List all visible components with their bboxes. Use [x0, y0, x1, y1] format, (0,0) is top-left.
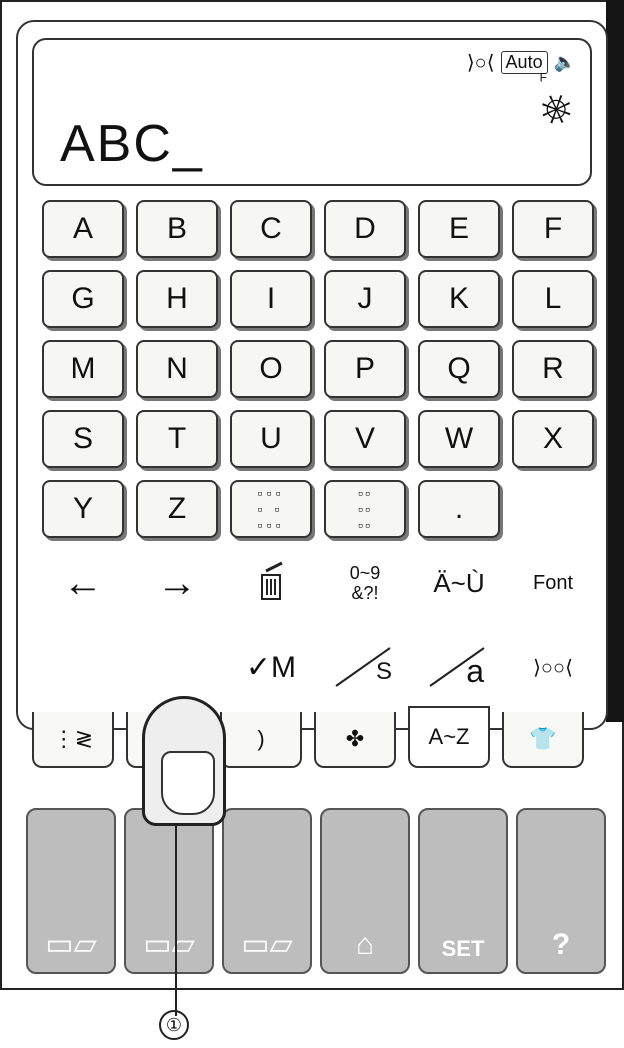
- thread-tension-icon[interactable]: ⟩○○⟨: [512, 638, 594, 696]
- applique-tab[interactable]: ): [220, 712, 302, 768]
- finger-pointer: [142, 696, 226, 826]
- key-d[interactable]: D: [324, 200, 406, 258]
- space-wide-key[interactable]: ▫▫▫ ▫ ▫ ▫▫▫: [230, 480, 312, 538]
- save-icon[interactable]: ⌂: [320, 808, 410, 974]
- thread-tension-icon: ⟩○⟨: [466, 52, 495, 74]
- key-u[interactable]: U: [230, 410, 312, 468]
- key-e[interactable]: E: [418, 200, 500, 258]
- key-v[interactable]: V: [324, 410, 406, 468]
- tab-alphabet[interactable]: A~Z: [408, 706, 490, 768]
- key-k[interactable]: K: [418, 270, 500, 328]
- text-display: ⟩○⟨ Auto 🔈 ⎈ F ABC_: [32, 38, 592, 186]
- numbers-symbols-button[interactable]: 0~9 &?!: [324, 554, 406, 612]
- key-f[interactable]: F: [512, 200, 594, 258]
- key-r[interactable]: R: [512, 340, 594, 398]
- key-x[interactable]: X: [512, 410, 594, 468]
- trash-icon[interactable]: [230, 554, 312, 612]
- status-bar: ⟩○⟨ Auto 🔈: [467, 50, 576, 75]
- key-m[interactable]: M: [42, 340, 124, 398]
- decorative-tab[interactable]: ✤: [314, 712, 396, 768]
- machine-icon[interactable]: ▭▱: [26, 808, 116, 974]
- key-c[interactable]: C: [230, 200, 312, 258]
- key-q[interactable]: Q: [418, 340, 500, 398]
- lowercase-button[interactable]: a: [418, 638, 500, 696]
- key-g[interactable]: G: [42, 270, 124, 328]
- right-arrow-icon[interactable]: →: [136, 554, 218, 612]
- key-h[interactable]: H: [136, 270, 218, 328]
- key-s[interactable]: S: [42, 410, 124, 468]
- callout-line: [175, 826, 177, 1016]
- utility-stitch-tab[interactable]: ⋮≷: [32, 712, 114, 768]
- key-l[interactable]: L: [512, 270, 594, 328]
- garment-tab[interactable]: 👕: [502, 712, 584, 768]
- trash-icon: [261, 561, 283, 600]
- pc-icon[interactable]: ▭▱: [222, 808, 312, 974]
- fingernail: [161, 751, 215, 815]
- size-small-button[interactable]: S: [324, 638, 406, 696]
- help-icon[interactable]: ?: [516, 808, 606, 974]
- speaker-icon: 🔈: [553, 52, 576, 72]
- key-n[interactable]: N: [136, 340, 218, 398]
- key-i[interactable]: I: [230, 270, 312, 328]
- key-a[interactable]: A: [42, 200, 124, 258]
- embroidery-icon[interactable]: ▭▱: [124, 808, 214, 974]
- left-arrow-icon[interactable]: ←: [42, 554, 124, 612]
- key-j[interactable]: J: [324, 270, 406, 328]
- memory-check-button[interactable]: ✓M: [230, 638, 312, 696]
- callout-number: ①: [159, 1010, 189, 1040]
- key-o[interactable]: O: [230, 340, 312, 398]
- key-b[interactable]: B: [136, 200, 218, 258]
- set-icon[interactable]: SET: [418, 808, 508, 974]
- presser-foot-icon: ⎈ F: [531, 70, 580, 135]
- key-z[interactable]: Z: [136, 480, 218, 538]
- key-w[interactable]: W: [418, 410, 500, 468]
- key-period[interactable]: .: [418, 480, 500, 538]
- space-narrow-key[interactable]: ▫▫ ▫▫ ▫▫: [324, 480, 406, 538]
- font-button[interactable]: Font: [512, 554, 594, 612]
- key-t[interactable]: T: [136, 410, 218, 468]
- key-y[interactable]: Y: [42, 480, 124, 538]
- black-band: [606, 0, 624, 722]
- accented-letters-button[interactable]: Ä~Ù: [418, 554, 500, 612]
- key-p[interactable]: P: [324, 340, 406, 398]
- entered-text: ABC_: [60, 115, 204, 173]
